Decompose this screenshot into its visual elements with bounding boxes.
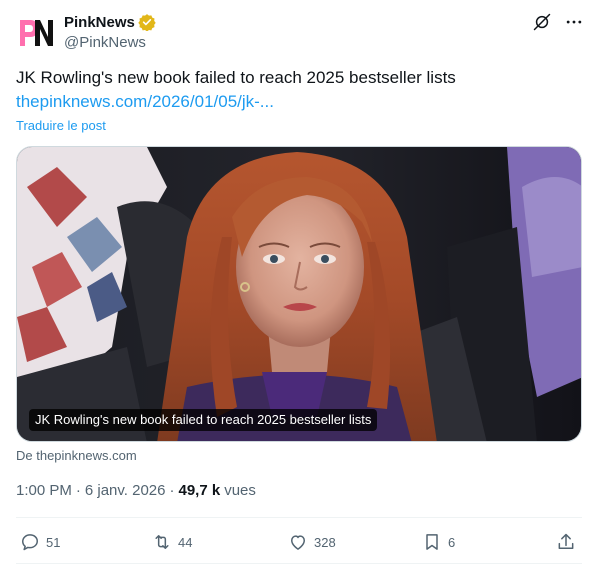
handle[interactable]: @PinkNews (64, 34, 156, 51)
tweet: PinkNews @PinkNews JK Rowling's new book… (0, 0, 598, 566)
top-actions (532, 12, 584, 32)
repost-count: 44 (178, 534, 193, 550)
bookmark-icon (426, 534, 438, 550)
card-image (17, 147, 581, 441)
more-icon[interactable] (564, 12, 584, 32)
post-date[interactable]: 6 janv. 2026 (85, 482, 166, 499)
grok-icon[interactable] (532, 12, 552, 32)
bookmark-button[interactable]: 6 (422, 528, 455, 556)
views-label: vues (224, 482, 256, 499)
meta-separator: · (75, 482, 81, 499)
card-source[interactable]: De thepinknews.com (16, 448, 137, 463)
post-link[interactable]: thepinknews.com/2026/01/05/jk-... (16, 90, 576, 114)
divider (16, 517, 582, 518)
card-title: JK Rowling's new book failed to reach 20… (29, 409, 378, 431)
avatar[interactable] (16, 12, 56, 52)
like-count: 328 (314, 534, 336, 550)
author-block: PinkNews @PinkNews (64, 12, 156, 51)
action-bar: 51 44 328 6 (16, 528, 582, 556)
post-body: JK Rowling's new book failed to reach 20… (16, 68, 456, 87)
link-card[interactable]: JK Rowling's new book failed to reach 20… (16, 146, 582, 442)
repost-button[interactable]: 44 (152, 528, 192, 556)
display-name[interactable]: PinkNews (64, 14, 135, 31)
reply-icon (22, 534, 38, 551)
meta-separator-2: · (169, 482, 175, 499)
views-count: 49,7 k (178, 482, 221, 499)
name-row: PinkNews (64, 12, 156, 32)
post-text: JK Rowling's new book failed to reach 20… (16, 66, 576, 114)
divider-bottom (16, 563, 582, 564)
reply-button[interactable]: 51 (20, 528, 60, 556)
post-time[interactable]: 1:00 PM (16, 482, 72, 499)
like-button[interactable]: 328 (288, 528, 336, 556)
share-button[interactable] (556, 528, 582, 556)
post-meta: 1:00 PM · 6 janv. 2026 · 49,7 k vues (16, 482, 256, 499)
translate-button[interactable]: Traduire le post (16, 118, 106, 133)
share-icon (558, 533, 574, 549)
verified-badge-icon[interactable] (138, 13, 156, 31)
bookmark-count: 6 (448, 534, 456, 550)
heart-icon (291, 535, 305, 550)
repost-icon (155, 535, 169, 549)
reply-count: 51 (46, 534, 61, 550)
